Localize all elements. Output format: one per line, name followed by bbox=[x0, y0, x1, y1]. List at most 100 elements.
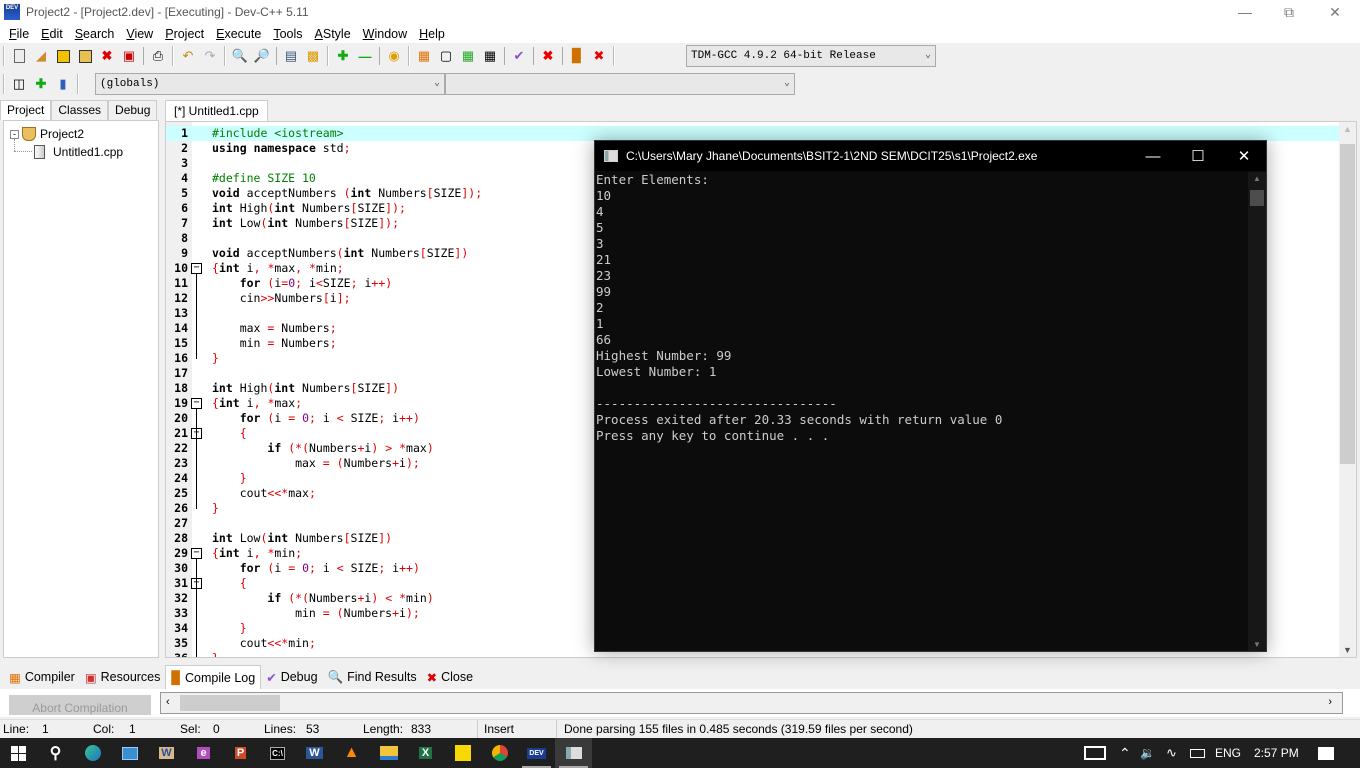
menu-help[interactable]: Help bbox=[413, 27, 451, 41]
compile-button[interactable]: ▦ bbox=[413, 45, 435, 67]
start-button[interactable] bbox=[0, 738, 37, 768]
restore-button[interactable]: ⧉ bbox=[1266, 0, 1312, 24]
tree-item-project[interactable]: - Project2 bbox=[10, 127, 84, 141]
indent-button[interactable]: ▤ bbox=[280, 45, 302, 67]
abort-compilation-button[interactable]: Abort Compilation bbox=[9, 695, 151, 715]
stop-execution-button[interactable]: ✖ bbox=[537, 45, 559, 67]
battery-button[interactable] bbox=[1190, 738, 1205, 768]
bottom-tab-compiler[interactable]: ▦ Compiler bbox=[4, 666, 80, 688]
taskbar-cmd[interactable]: C:\ bbox=[259, 738, 296, 768]
undo-button[interactable]: ↶ bbox=[177, 45, 199, 67]
close-all-button[interactable]: ▣ bbox=[118, 45, 140, 67]
print-button[interactable]: ⎙ bbox=[147, 45, 169, 67]
console-minimize-button[interactable]: — bbox=[1130, 141, 1176, 171]
scroll-left-icon[interactable]: ‹ bbox=[166, 696, 170, 708]
tab-classes[interactable]: Classes bbox=[51, 100, 109, 120]
scope-select[interactable]: (globals) ⌄ bbox=[95, 73, 445, 95]
bottom-tab-find-results[interactable]: 🔍 Find Results bbox=[323, 666, 422, 688]
scroll-right-icon[interactable]: › bbox=[1328, 696, 1332, 708]
menu-search[interactable]: Search bbox=[69, 27, 121, 41]
toggle-bookmark-button[interactable]: ✚ bbox=[30, 73, 52, 95]
taskbar-search[interactable]: ⚲ bbox=[37, 738, 74, 768]
run-button[interactable]: ▢ bbox=[435, 45, 457, 67]
news-widget[interactable] bbox=[1084, 738, 1106, 768]
scrollbar-thumb[interactable] bbox=[1340, 144, 1355, 464]
network-button[interactable]: ∿ bbox=[1166, 738, 1177, 768]
taskbar-edge[interactable] bbox=[74, 738, 111, 768]
taskbar-word-old[interactable]: W bbox=[148, 738, 185, 768]
save-button[interactable] bbox=[52, 45, 74, 67]
scrollbar-thumb[interactable] bbox=[1250, 190, 1264, 206]
console-vertical-scrollbar[interactable]: ▲ ▼ bbox=[1248, 172, 1266, 651]
bottom-tab-compile-log[interactable]: ▉ Compile Log bbox=[165, 665, 262, 689]
taskbar-word[interactable]: W bbox=[296, 738, 333, 768]
code-line[interactable]: 1 #include <iostream> bbox=[166, 126, 1356, 141]
unindent-button[interactable]: ▩ bbox=[302, 45, 324, 67]
bottom-tab-resources[interactable]: ▣ Resources bbox=[80, 666, 166, 688]
profile-button[interactable]: ▉ bbox=[566, 45, 588, 67]
volume-button[interactable]: 🔉 bbox=[1140, 738, 1155, 768]
console-maximize-button[interactable]: ☐ bbox=[1175, 141, 1221, 171]
minimize-button[interactable]: — bbox=[1222, 0, 1268, 24]
replace-button[interactable]: 🔎 bbox=[251, 45, 273, 67]
language-indicator[interactable]: ENG bbox=[1215, 738, 1241, 768]
taskbar-file-explorer[interactable] bbox=[370, 738, 407, 768]
console-close-button[interactable]: ✕ bbox=[1221, 141, 1267, 171]
taskbar-devcpp[interactable]: DEV bbox=[518, 738, 555, 768]
console-title-bar[interactable]: C:\Users\Mary Jhane\Documents\BSIT2-1\2N… bbox=[595, 141, 1266, 171]
show-hidden-icons[interactable]: ⌃ bbox=[1119, 738, 1131, 768]
bottom-tab-close[interactable]: ✖ Close bbox=[422, 666, 478, 688]
fold-toggle-icon[interactable]: − bbox=[191, 398, 202, 409]
project-options-button[interactable]: ◉ bbox=[383, 45, 405, 67]
taskbar-console[interactable] bbox=[555, 738, 592, 768]
scroll-up-icon[interactable]: ▲ bbox=[1343, 124, 1352, 134]
menu-window[interactable]: Window bbox=[357, 27, 413, 41]
taskbar-onenote[interactable]: e bbox=[185, 738, 222, 768]
menu-tools[interactable]: Tools bbox=[267, 27, 308, 41]
taskbar-sticky-notes[interactable] bbox=[444, 738, 481, 768]
action-center-button[interactable] bbox=[1318, 738, 1334, 768]
new-file-button[interactable] bbox=[8, 45, 30, 67]
tree-item-file[interactable]: Untitled1.cpp bbox=[34, 145, 123, 159]
taskbar-powerpoint[interactable]: P bbox=[222, 738, 259, 768]
redo-button[interactable]: ↷ bbox=[199, 45, 221, 67]
toolbar-grip[interactable] bbox=[3, 46, 5, 66]
fold-toggle-icon[interactable]: − bbox=[191, 548, 202, 559]
insert-button[interactable]: ◫ bbox=[8, 73, 30, 95]
rebuild-all-button[interactable]: ▦ bbox=[479, 45, 501, 67]
menu-execute[interactable]: Execute bbox=[210, 27, 267, 41]
menu-view[interactable]: View bbox=[120, 27, 159, 41]
menu-astyle[interactable]: AStyle bbox=[309, 27, 357, 41]
bottom-tab-debug[interactable]: ✔ Debug bbox=[261, 666, 322, 688]
collapse-icon[interactable]: - bbox=[10, 129, 19, 139]
open-button[interactable]: ◢ bbox=[30, 45, 52, 67]
menu-edit[interactable]: Edit bbox=[35, 27, 69, 41]
goto-bookmark-button[interactable]: ▮ bbox=[52, 73, 74, 95]
taskbar-chrome[interactable] bbox=[481, 738, 518, 768]
editor-vertical-scrollbar[interactable]: ▲ ▼ bbox=[1339, 122, 1356, 657]
editor-tab-untitled1[interactable]: [*] Untitled1.cpp bbox=[165, 100, 268, 121]
log-horizontal-scrollbar[interactable]: ‹ › bbox=[160, 692, 1343, 714]
menu-file[interactable]: File bbox=[3, 27, 35, 41]
tab-project[interactable]: Project bbox=[0, 100, 52, 120]
close-button[interactable]: ✕ bbox=[1312, 0, 1358, 24]
menu-project[interactable]: Project bbox=[159, 27, 210, 41]
scroll-down-icon[interactable]: ▼ bbox=[1253, 640, 1261, 649]
console-window[interactable]: C:\Users\Mary Jhane\Documents\BSIT2-1\2N… bbox=[594, 140, 1267, 652]
add-to-project-button[interactable]: ✚ bbox=[332, 45, 354, 67]
clock[interactable]: 2:57 PM bbox=[1254, 738, 1299, 768]
code-line[interactable]: 36} bbox=[166, 651, 1356, 657]
close-file-button[interactable]: ✖ bbox=[96, 45, 118, 67]
scrollbar-thumb[interactable] bbox=[180, 695, 280, 711]
fold-toggle-icon[interactable]: − bbox=[191, 263, 202, 274]
remove-from-project-button[interactable]: — bbox=[354, 45, 376, 67]
compile-run-button[interactable]: ▦ bbox=[457, 45, 479, 67]
scroll-up-icon[interactable]: ▲ bbox=[1253, 174, 1261, 183]
function-select[interactable]: ⌄ bbox=[445, 73, 795, 95]
delete-profile-button[interactable]: ✖ bbox=[588, 45, 610, 67]
compiler-select[interactable]: TDM-GCC 4.9.2 64-bit Release ⌄ bbox=[686, 45, 936, 67]
save-all-button[interactable] bbox=[74, 45, 96, 67]
taskbar-vlc[interactable]: ▲ bbox=[333, 738, 370, 768]
syntax-check-button[interactable]: ✔ bbox=[508, 45, 530, 67]
taskbar-app-tile[interactable] bbox=[111, 738, 148, 768]
